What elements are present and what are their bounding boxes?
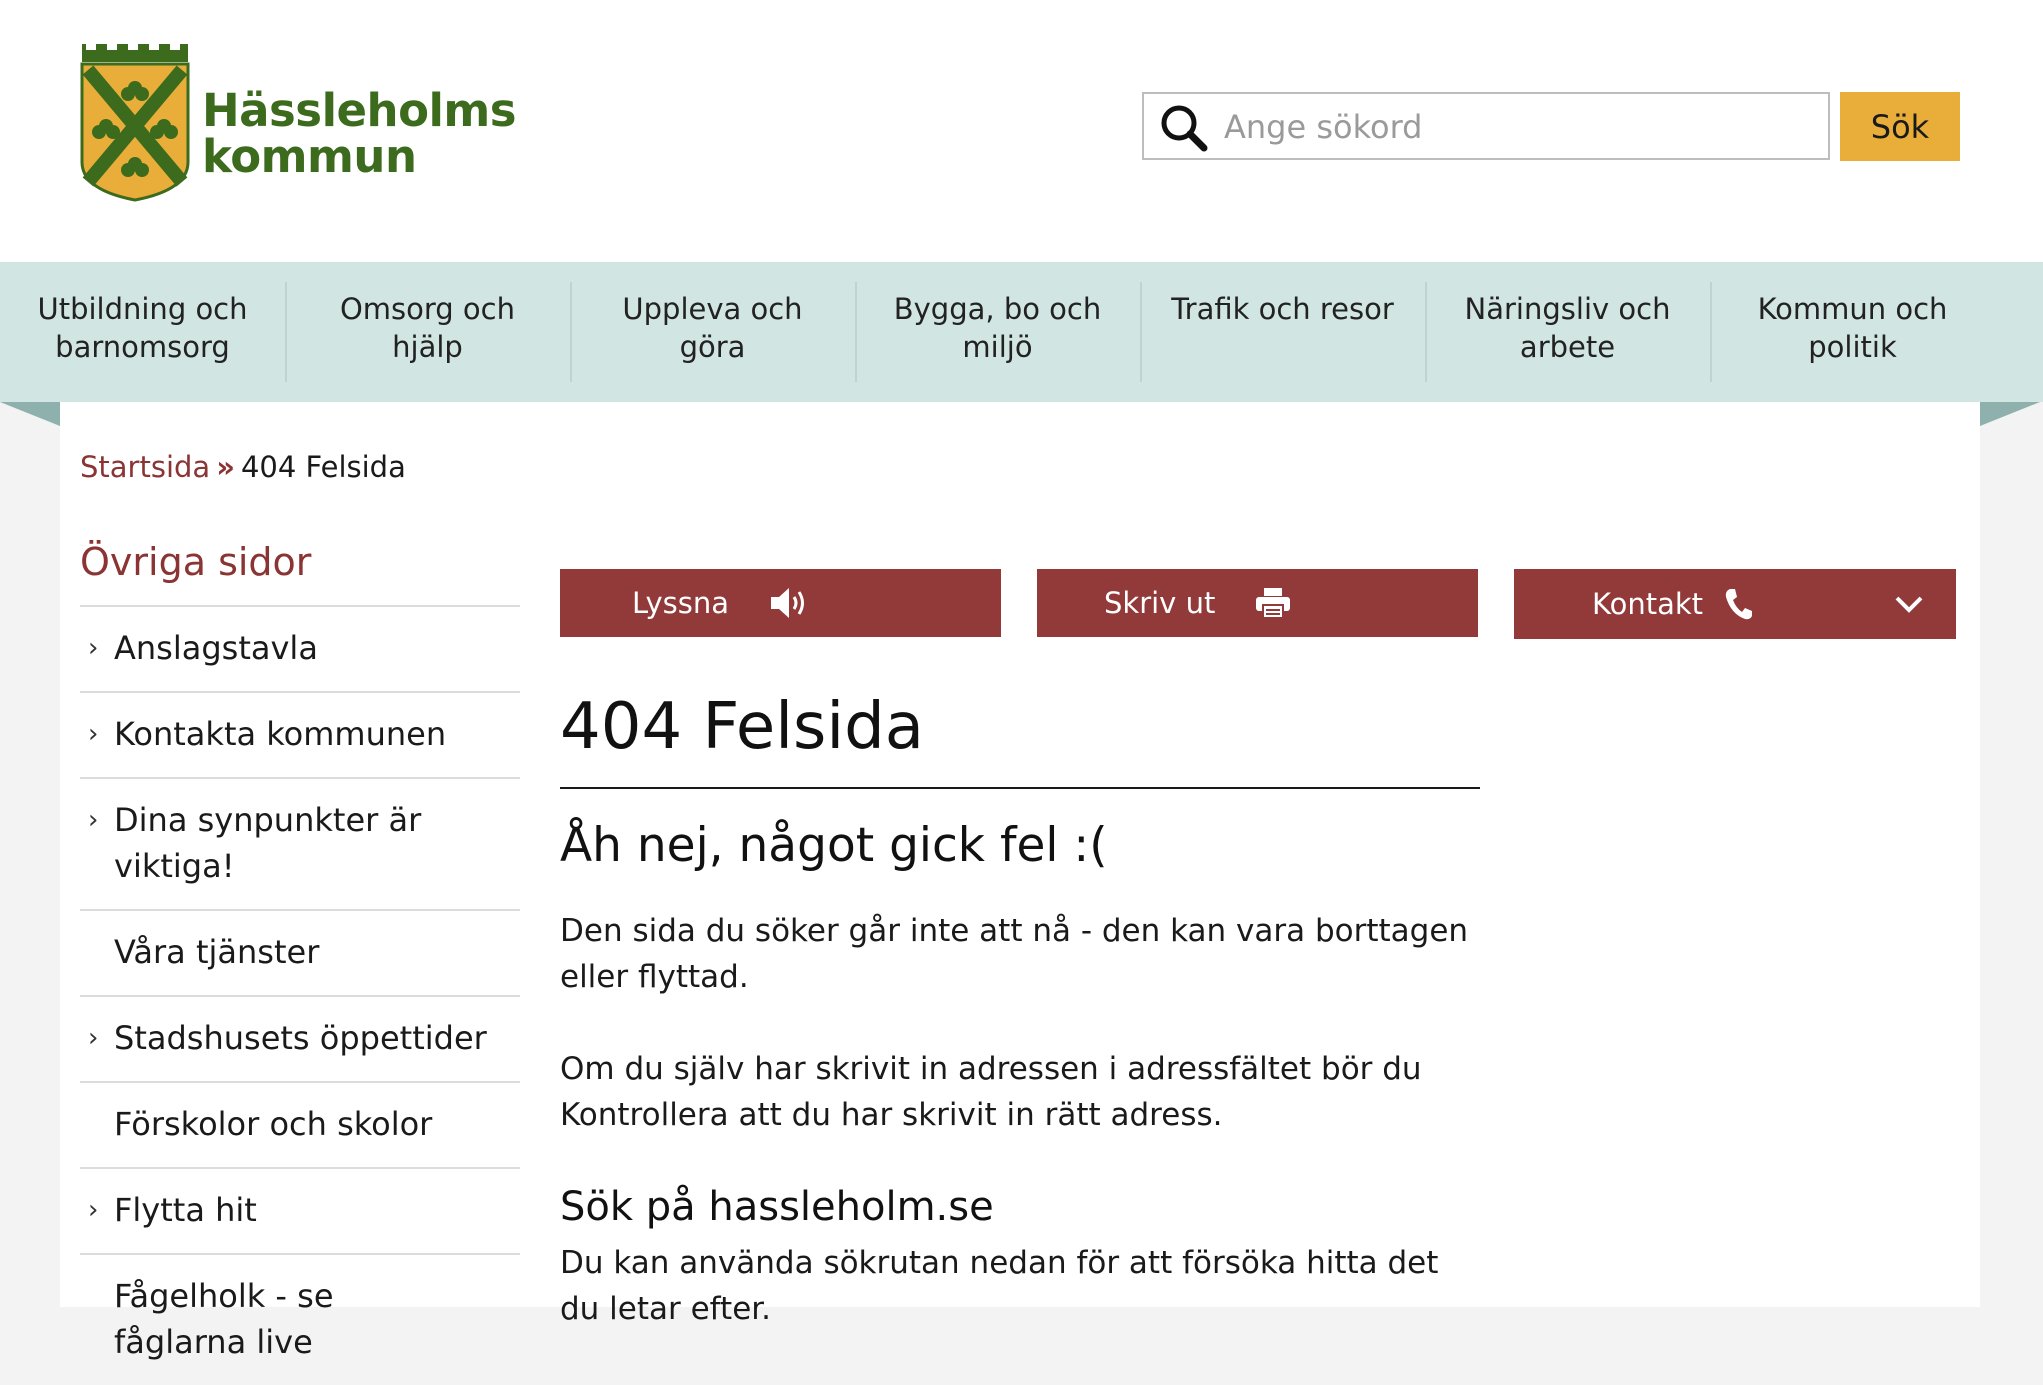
chevron-right-icon[interactable]: › [88,1197,98,1223]
sidebar-item-fagelholk[interactable]: Fågelholk - se fåglarna live [80,1253,520,1385]
site-header: Hässleholms kommun Sök [0,0,2043,262]
nav-label: Omsorg och hjälp [339,292,516,364]
nav-item-bygga[interactable]: Bygga, bo och miljö [855,262,1140,402]
nav-label: Bygga, bo och miljö [893,292,1102,364]
nav-label: Kommun och politik [1757,292,1948,364]
nav-label: Näringsliv och arbete [1464,292,1671,364]
sidebar-item-label: Fågelholk - se fåglarna live [114,1277,334,1361]
listen-button[interactable]: Lyssna [560,569,1001,637]
chevron-right-icon[interactable]: › [88,1025,98,1051]
site-logo[interactable]: Hässleholms kommun [80,42,517,202]
sidebar-title: Övriga sidor [80,540,312,584]
nav-item-naringsliv[interactable]: Näringsliv och arbete [1425,262,1710,402]
sidebar-item-label: Flytta hit [114,1191,257,1229]
nav-ribbon-fold-left [0,402,60,426]
search-site-heading: Sök på hassleholm.se [560,1184,994,1230]
contact-dropdown-button[interactable]: Kontakt [1514,569,1956,639]
title-divider [560,787,1480,789]
sidebar-menu: › Anslagstavla › Kontakta kommunen › Dina s… [80,605,520,1385]
search-button[interactable]: Sök [1840,92,1960,161]
nav-label: Trafik och resor [1171,292,1394,326]
chevron-right-icon[interactable]: › [88,635,98,661]
sidebar-item-forskolor[interactable]: Förskolor och skolor [80,1081,520,1167]
nav-ribbon-fold-right [1980,402,2040,426]
nav-item-trafik[interactable]: Trafik och resor [1140,262,1425,402]
sidebar-item-oppettider[interactable]: › Stadshusets öppettider [80,995,520,1081]
nav-label: Uppleva och göra [622,292,803,364]
sidebar-item-label: Våra tjänster [114,933,320,971]
sidebar-item-label: Anslagstavla [114,629,318,667]
coat-of-arms-icon [80,42,190,202]
error-heading: Åh nej, något gick fel :( [560,818,1108,873]
breadcrumb-home-link[interactable]: Startsida [80,450,210,484]
sidebar-item-anslagstavla[interactable]: › Anslagstavla [80,605,520,691]
sidebar-item-tjanster[interactable]: Våra tjänster [80,909,520,995]
page-title: 404 Felsida [560,690,924,764]
nav-item-kommun[interactable]: Kommun och politik [1710,262,1995,402]
breadcrumb-current: 404 Felsida [240,450,406,484]
error-description: Den sida du söker går inte att nå - den … [560,913,1469,995]
breadcrumb-separator: » [216,450,235,484]
search-site-text: Du kan använda sökrutan nedan för att fö… [560,1245,1439,1327]
sidebar-item-flytta[interactable]: › Flytta hit [80,1167,520,1253]
nav-item-omsorg[interactable]: Omsorg och hjälp [285,262,570,402]
print-button[interactable]: Skriv ut [1037,569,1478,637]
main-navigation: Utbildning och barnomsorg Omsorg och hjä… [0,262,2043,402]
chevron-down-icon [1895,596,1923,613]
logo-line-2: kommun [202,130,417,183]
nav-item-utbildning[interactable]: Utbildning och barnomsorg [0,262,285,402]
sidebar-item-label: Kontakta kommunen [114,715,447,753]
address-hint: Om du själv har skrivit in adressen i ad… [560,1051,1422,1133]
nav-item-uppleva[interactable]: Uppleva och göra [570,262,855,402]
nav-label: Utbildning och barnomsorg [37,292,248,364]
chevron-right-icon[interactable]: › [88,721,98,747]
phone-icon [1725,589,1753,620]
sidebar-item-label: Förskolor och skolor [114,1105,433,1143]
listen-label: Lyssna [632,586,730,620]
printer-icon [1256,588,1291,619]
search-box [1142,92,1830,160]
print-label: Skriv ut [1104,586,1216,620]
search-icon [1161,105,1208,152]
sidebar-item-kontakta[interactable]: › Kontakta kommunen [80,691,520,777]
sidebar-item-synpunkter[interactable]: › Dina synpunkter är viktiga! [80,777,520,909]
logo-wordmark: Hässleholms kommun [202,84,517,183]
contact-label: Kontakt [1592,587,1704,621]
search-input[interactable] [1222,100,1816,154]
sidebar-item-label: Stadshusets öppettider [114,1019,487,1057]
breadcrumb: Startsida» 404 Felsida [80,450,406,484]
speaker-icon [771,588,805,618]
chevron-right-icon[interactable]: › [88,807,98,833]
logo-line-1: Hässleholms [202,84,517,137]
sidebar-item-label: Dina synpunkter är viktiga! [114,801,422,885]
